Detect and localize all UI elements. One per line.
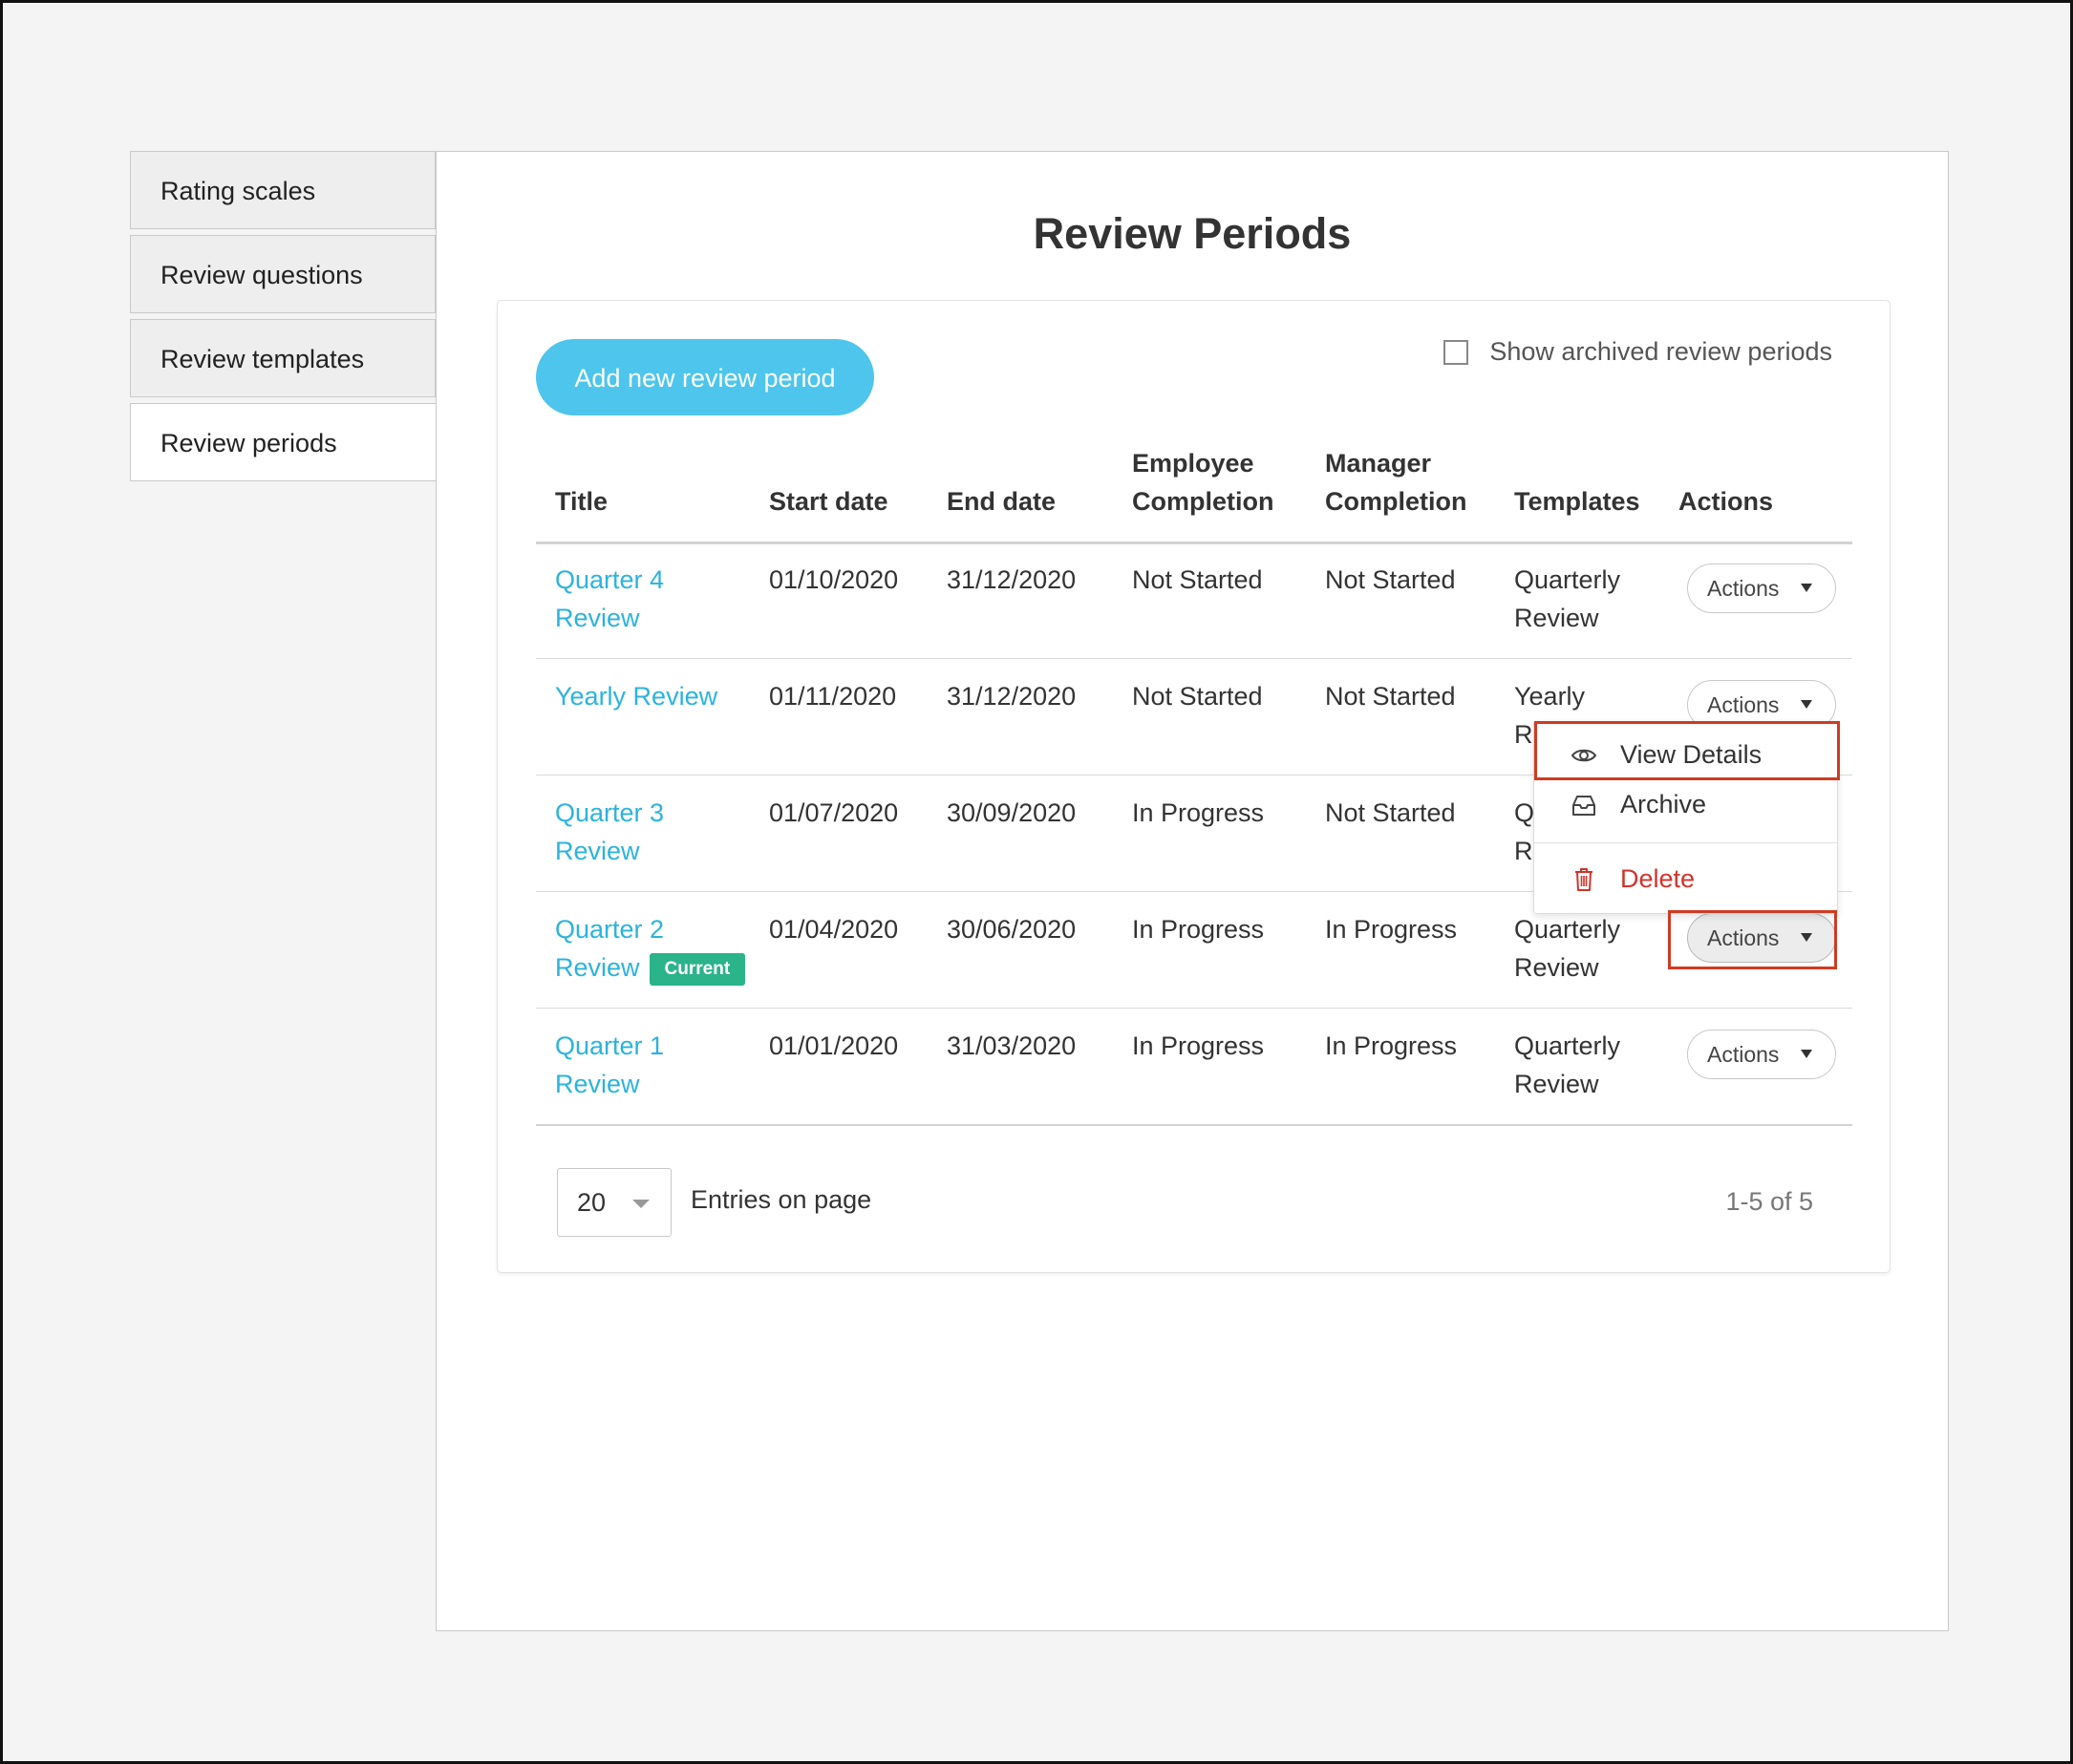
row-start-date: 01/07/2020 bbox=[769, 798, 899, 827]
show-archived-toggle[interactable]: Show archived review periods bbox=[1443, 337, 1832, 367]
tab-review-periods[interactable]: Review periods bbox=[130, 403, 438, 481]
header-title: Title bbox=[555, 487, 609, 516]
row-end-date: 31/12/2020 bbox=[947, 565, 1077, 594]
row-template: Quarterly Review bbox=[1514, 1031, 1621, 1098]
header-actions: Actions bbox=[1678, 487, 1774, 516]
header-start-date: Start date bbox=[769, 487, 888, 516]
page-title: Review Periods bbox=[1033, 209, 1352, 258]
row-manager-completion: Not Started bbox=[1325, 682, 1456, 711]
row-divider bbox=[536, 1008, 1852, 1009]
row-start-date: 01/11/2020 bbox=[769, 682, 897, 711]
show-archived-label: Show archived review periods bbox=[1489, 337, 1832, 366]
row-start-date: 01/01/2020 bbox=[769, 1031, 899, 1060]
row-divider bbox=[536, 658, 1852, 659]
highlight-actions-button bbox=[1668, 910, 1837, 969]
table-bottom-divider bbox=[536, 1124, 1852, 1126]
menu-item-delete[interactable]: Delete bbox=[1534, 854, 1837, 903]
row-start-date: 01/04/2020 bbox=[769, 915, 899, 944]
entries-per-page-select[interactable]: 20 bbox=[557, 1168, 672, 1237]
header-divider bbox=[536, 542, 1852, 544]
pagination-range: 1-5 of 5 bbox=[1725, 1187, 1813, 1216]
current-badge: Current bbox=[649, 952, 746, 986]
row-start-date: 01/10/2020 bbox=[769, 565, 899, 594]
row-end-date: 31/12/2020 bbox=[947, 682, 1077, 711]
row-template: Quarterly Review bbox=[1514, 915, 1621, 982]
row-title-link[interactable]: Yearly Review bbox=[555, 677, 717, 715]
entries-label: Entries on page bbox=[691, 1185, 872, 1214]
row-title-link[interactable]: Quarter 3 Review bbox=[555, 794, 664, 870]
tab-rating-scales[interactable]: Rating scales bbox=[130, 151, 436, 229]
chevron-down-icon bbox=[632, 1200, 650, 1208]
caret-down-icon bbox=[1801, 584, 1812, 592]
highlight-view-details bbox=[1534, 721, 1840, 780]
row-end-date: 30/06/2020 bbox=[947, 915, 1077, 944]
row-manager-completion: Not Started bbox=[1325, 565, 1456, 594]
row-employee-completion: In Progress bbox=[1132, 798, 1265, 827]
row-title-link[interactable]: Quarter 1 Review bbox=[555, 1027, 664, 1103]
header-manager-line2: Completion bbox=[1325, 487, 1467, 516]
row-actions-button[interactable]: Actions bbox=[1687, 1030, 1836, 1079]
caret-down-icon bbox=[1801, 1050, 1812, 1058]
row-manager-completion: Not Started bbox=[1325, 798, 1456, 827]
header-employee-line2: Completion bbox=[1132, 487, 1274, 516]
row-end-date: 30/09/2020 bbox=[947, 798, 1077, 827]
row-employee-completion: In Progress bbox=[1132, 915, 1265, 944]
row-end-date: 31/03/2020 bbox=[947, 1031, 1077, 1060]
show-archived-checkbox[interactable] bbox=[1443, 339, 1469, 365]
row-title-link[interactable]: Quarter 4 Review bbox=[555, 561, 664, 637]
header-templates: Templates bbox=[1514, 487, 1640, 516]
menu-item-archive[interactable]: Archive bbox=[1534, 779, 1837, 829]
row-employee-completion: Not Started bbox=[1132, 682, 1263, 711]
header-manager-line1: Manager bbox=[1325, 449, 1432, 478]
add-review-period-button[interactable]: Add new review period bbox=[536, 339, 874, 415]
row-template: Quarterly Review bbox=[1514, 565, 1621, 632]
tab-review-questions[interactable]: Review questions bbox=[130, 235, 436, 313]
caret-down-icon bbox=[1801, 700, 1812, 709]
row-employee-completion: Not Started bbox=[1132, 565, 1263, 594]
row-title-link[interactable]: Quarter 2 Review Current bbox=[555, 910, 746, 987]
menu-divider bbox=[1534, 842, 1837, 843]
header-employee-line1: Employee bbox=[1132, 449, 1254, 478]
row-actions-button[interactable]: Actions bbox=[1687, 563, 1836, 613]
row-manager-completion: In Progress bbox=[1325, 915, 1458, 944]
row-manager-completion: In Progress bbox=[1325, 1031, 1458, 1060]
header-end-date: End date bbox=[947, 487, 1057, 516]
inbox-icon bbox=[1572, 796, 1595, 816]
trash-icon bbox=[1575, 868, 1592, 891]
row-employee-completion: In Progress bbox=[1132, 1031, 1265, 1060]
tab-review-templates[interactable]: Review templates bbox=[130, 319, 436, 397]
